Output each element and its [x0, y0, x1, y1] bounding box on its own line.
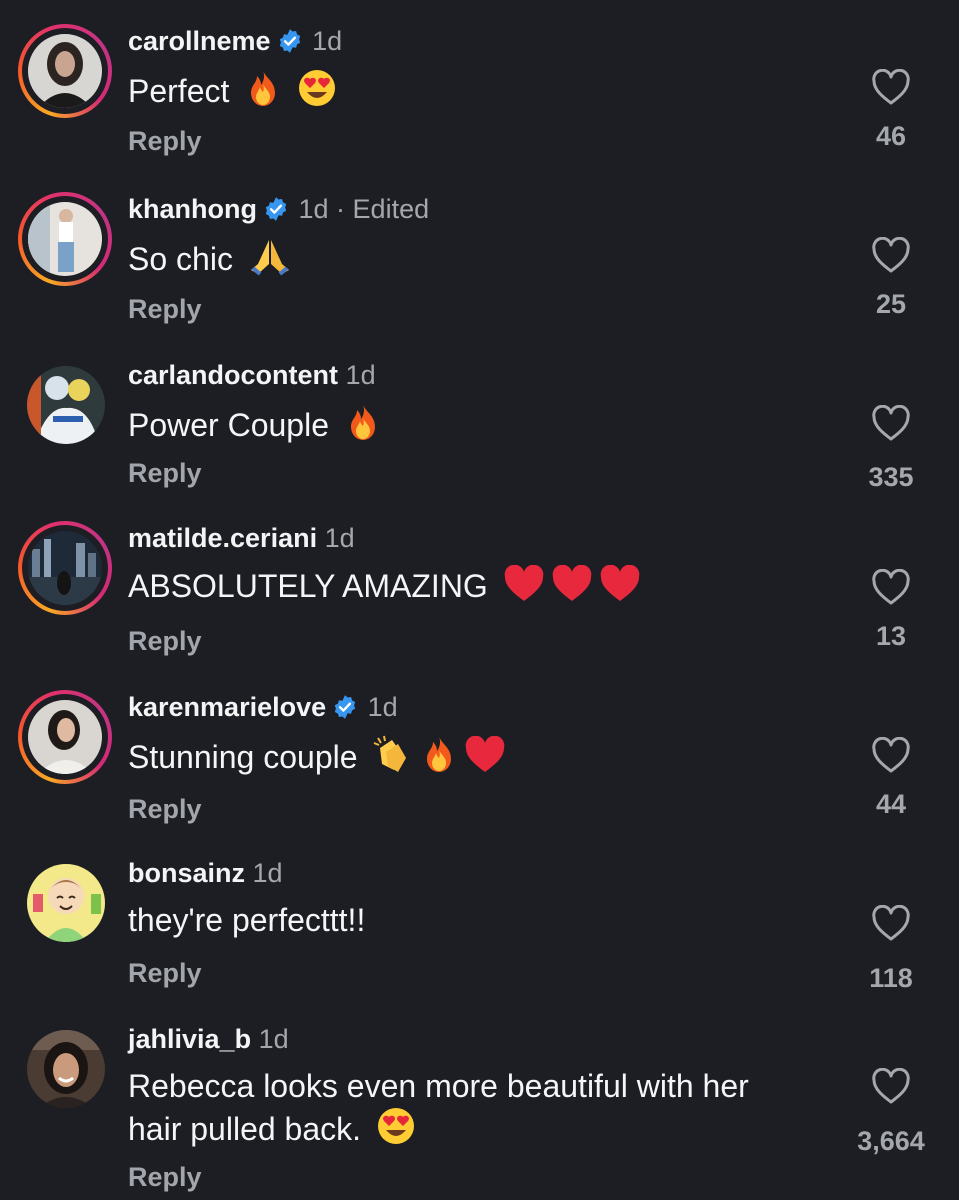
like-section: 25	[845, 237, 937, 320]
like-count: 44	[875, 789, 907, 819]
like-count: 3,664	[857, 1126, 925, 1156]
timestamp: 1d	[312, 26, 343, 56]
heart-eyes-emoji-icon	[297, 68, 337, 117]
fire-emoji-icon	[344, 402, 382, 451]
comment-text: Stunning couple	[128, 734, 828, 783]
reply-button[interactable]: Reply	[128, 626, 202, 657]
avatar[interactable]	[18, 856, 112, 950]
avatar[interactable]	[18, 24, 112, 118]
like-count: 25	[875, 289, 907, 319]
username[interactable]: bonsainz	[128, 858, 245, 888]
comment-text: Perfect	[128, 68, 828, 117]
fire-emoji-icon	[420, 734, 458, 783]
heart-outline-icon[interactable]	[871, 237, 911, 275]
heart-outline-icon[interactable]	[871, 905, 911, 943]
avatar[interactable]	[18, 690, 112, 784]
verified-badge-icon	[334, 695, 356, 719]
heart-eyes-emoji-icon	[376, 1106, 416, 1155]
reply-button[interactable]: Reply	[128, 794, 202, 825]
reply-button[interactable]: Reply	[128, 126, 202, 157]
comment-header: matilde.ceriani 1d	[128, 521, 355, 555]
comment-text-line: hair pulled back.	[128, 1106, 848, 1155]
timestamp: 1d	[324, 523, 355, 553]
heart-outline-icon[interactable]	[871, 737, 911, 775]
red-heart-emoji-icon	[503, 564, 545, 612]
like-section: 335	[845, 405, 937, 493]
avatar[interactable]	[18, 358, 112, 452]
like-count: 13	[875, 621, 907, 651]
avatar[interactable]	[18, 192, 112, 286]
username[interactable]: khanhong	[128, 194, 257, 224]
comment-header: carlandocontent 1d	[128, 358, 376, 392]
comment-header: bonsainz 1d	[128, 856, 283, 890]
timestamp: 1d	[345, 360, 376, 390]
comment-text: they're perfecttt!!	[128, 902, 366, 938]
heart-outline-icon[interactable]	[871, 69, 911, 107]
timestamp: 1d	[252, 858, 283, 888]
red-heart-emoji-icon	[599, 564, 641, 612]
like-section: 118	[845, 905, 937, 994]
comment-text: ABSOLUTELY AMAZING	[128, 564, 828, 612]
timestamp: 1d · Edited	[298, 194, 430, 224]
comment-header: karenmarielove 1d	[128, 690, 398, 724]
username[interactable]: karenmarielove	[128, 692, 326, 722]
reply-button[interactable]: Reply	[128, 458, 202, 489]
avatar[interactable]	[18, 1022, 112, 1116]
comment-text: So chic	[128, 236, 828, 285]
comment-text: Power Couple	[128, 402, 828, 451]
comment-text: Rebecca looks even more beautiful with h…	[128, 1066, 848, 1155]
username[interactable]: carollneme	[128, 26, 271, 56]
like-section: 44	[845, 737, 937, 820]
like-section: 46	[845, 69, 937, 152]
folded-hands-emoji-icon	[248, 236, 292, 285]
username[interactable]: jahlivia_b	[128, 1024, 251, 1054]
reply-button[interactable]: Reply	[128, 958, 202, 989]
avatar[interactable]	[18, 521, 112, 615]
reply-button[interactable]: Reply	[128, 1162, 202, 1193]
timestamp: 1d	[367, 692, 398, 722]
comment-header: khanhong 1d · Edited	[128, 192, 429, 226]
heart-outline-icon[interactable]	[871, 569, 911, 607]
red-heart-emoji-icon	[464, 735, 506, 783]
verified-badge-icon	[265, 197, 287, 221]
like-section: 13	[845, 569, 937, 652]
like-count: 118	[869, 963, 913, 993]
like-count: 46	[875, 121, 907, 151]
like-section: 3,664	[833, 1068, 949, 1157]
like-count: 335	[868, 462, 914, 492]
timestamp: 1d	[258, 1024, 289, 1054]
reply-button[interactable]: Reply	[128, 294, 202, 325]
comment-header: jahlivia_b 1d	[128, 1022, 289, 1056]
fire-emoji-icon	[244, 68, 282, 117]
heart-outline-icon[interactable]	[871, 405, 911, 443]
clapping-hands-emoji-icon	[372, 734, 414, 783]
username[interactable]: matilde.ceriani	[128, 523, 317, 553]
verified-badge-icon	[279, 29, 300, 53]
username[interactable]: carlandocontent	[128, 360, 338, 390]
red-heart-emoji-icon	[551, 564, 593, 612]
comment-header: carollneme 1d	[128, 24, 342, 58]
comment-text-line: Rebecca looks even more beautiful with h…	[128, 1068, 749, 1104]
heart-outline-icon[interactable]	[871, 1068, 911, 1106]
